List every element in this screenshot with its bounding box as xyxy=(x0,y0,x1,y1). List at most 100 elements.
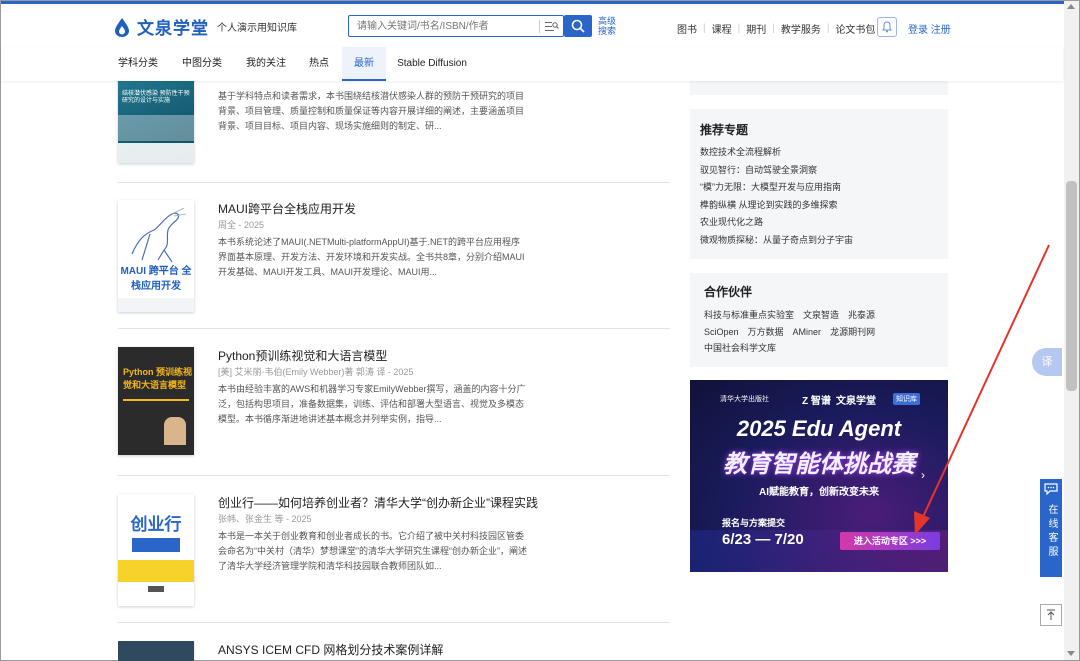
book-cover[interactable] xyxy=(118,641,194,661)
book-cover[interactable]: Python 预训练视觉和大语言模型 xyxy=(118,347,194,455)
partner-link[interactable]: AMiner xyxy=(793,324,822,341)
logo-text: 文泉学堂 xyxy=(137,19,209,38)
filter-icon[interactable] xyxy=(545,21,559,32)
chat-icon xyxy=(1044,483,1058,496)
nav-thesis-pack[interactable]: 论文书包 xyxy=(829,21,881,36)
tab-latest[interactable]: 最新 xyxy=(342,47,386,81)
nav-journals[interactable]: 期刊 xyxy=(740,21,772,36)
top-header: 文泉学堂 个人演示用知识库 高级搜索 图书| 课程| 期刊| 教学服务| 论文书… xyxy=(1,1,1079,47)
list-divider xyxy=(118,622,670,623)
topic-link[interactable]: 农业现代化之路 xyxy=(700,214,853,232)
nav-courses[interactable]: 课程 xyxy=(706,21,738,36)
topic-link[interactable]: 微观物质探秘：从量子奇点到分子宇宙 xyxy=(700,232,853,250)
book-title[interactable]: ANSYS ICEM CFD 网格划分技术案例详解 xyxy=(218,641,443,658)
recommended-topics-panel: 推荐专题 数控技术全流程解析 驭见智行：自动驾驶全景洞察 “模”力无限：大模型开… xyxy=(690,109,948,259)
sidebar-panel-partial xyxy=(690,81,948,95)
cover-stripe xyxy=(118,560,194,582)
book-title[interactable]: 创业行——如何培养创业者？清华大学“创办新企业”课程实践 xyxy=(218,494,538,511)
partner-link[interactable]: 万方数据 xyxy=(748,324,784,341)
partner-link[interactable]: 文泉智造 xyxy=(803,307,839,324)
edu-agent-ad-banner[interactable]: 清华大学出版社 Z 智谱 文泉学堂 知识库 2025 Edu Agent 教育智… xyxy=(690,380,948,572)
book-description: 本书是一本关于创业教育和创业者成长的书。它介绍了被中关村科技园区管委会命名为“中… xyxy=(218,531,527,571)
tab-subject-category[interactable]: 学科分类 xyxy=(111,47,165,81)
search-icon xyxy=(571,19,585,33)
topics-list: 数控技术全流程解析 驭见智行：自动驾驶全景洞察 “模”力无限：大模型开发与应用指… xyxy=(700,144,853,250)
cover-title: 创业行 xyxy=(130,515,182,534)
tab-hot[interactable]: 热点 xyxy=(301,47,337,81)
ad-brand-tag: 知识库 xyxy=(893,393,920,405)
book-item[interactable]: Python 预训练视觉和大语言模型 Python预训练视觉和大语言模型 [美]… xyxy=(118,347,670,455)
ad-next-arrow-icon[interactable]: › xyxy=(921,468,925,482)
topic-link[interactable]: 驭见智行：自动驾驶全景洞察 xyxy=(700,162,853,180)
topic-link[interactable]: 数控技术全流程解析 xyxy=(700,144,853,162)
ad-slogan: AI赋能教育，创新改变未来 xyxy=(759,487,879,498)
partners-title: 合作伙伴 xyxy=(704,285,753,299)
scroll-up-icon[interactable] xyxy=(1067,4,1075,9)
book-author: 张帏、张金生 等 - 2025 xyxy=(218,514,312,524)
book-item[interactable]: MAUI 跨平台 全栈应用开发 MAUI跨平台全栈应用开发 周全 - 2025 … xyxy=(118,200,670,312)
book-author: 周全 - 2025 xyxy=(218,220,265,230)
login-register-link[interactable]: 登录 注册 xyxy=(908,21,951,36)
topic-link[interactable]: “模”力无限：大模型开发与应用指南 xyxy=(700,179,853,197)
book-cover[interactable]: MAUI 跨平台 全栈应用开发 xyxy=(118,200,194,312)
topic-link[interactable]: 榫韵纵横 从理论到实践的多维探索 xyxy=(700,197,853,215)
cover-horse-image xyxy=(131,207,187,263)
book-item[interactable]: 创业行 创业行——如何培养创业者？清华大学“创办新企业”课程实践 张帏、张金生 … xyxy=(118,494,670,606)
search-input[interactable] xyxy=(349,16,535,37)
partner-link[interactable]: 龙源期刊网 xyxy=(830,324,875,341)
cover-title: Python 预训练视觉和大语言模型 xyxy=(123,367,192,390)
bell-icon xyxy=(882,21,892,33)
partner-link[interactable]: 科技与标准重点实验室 xyxy=(704,307,794,324)
list-divider xyxy=(118,475,670,476)
book-description: 本书由经验丰富的AWS和机器学习专家EmilyWebber撰写，涵盖的内容十分广… xyxy=(218,384,526,424)
book-title[interactable]: MAUI跨平台全栈应用开发 xyxy=(218,200,356,217)
topics-title: 推荐专题 xyxy=(700,123,749,137)
nav-books[interactable]: 图书 xyxy=(671,21,703,36)
site-logo[interactable]: 文泉学堂 个人演示用知识库 xyxy=(113,14,297,39)
cover-label xyxy=(132,538,180,552)
translate-button[interactable]: 译 xyxy=(1032,348,1062,376)
nav-teaching-service[interactable]: 教学服务 xyxy=(775,21,827,36)
ad-signup-label: 报名与方案提交 xyxy=(722,518,786,528)
logo-drop-icon xyxy=(115,17,129,37)
book-item[interactable]: ANSYS ICEM CFD 网格划分技术案例详解 xyxy=(118,641,670,661)
ad-enter-button[interactable]: 进入活动专区 >>> xyxy=(840,532,940,550)
arrow-up-icon xyxy=(1047,609,1055,620)
page-scrollbar-thumb[interactable] xyxy=(1066,181,1077,391)
scroll-down-icon[interactable] xyxy=(1067,651,1075,656)
partner-row: 科技与标准重点实验室 文泉智造 兆泰源 xyxy=(704,307,875,324)
back-to-top-button[interactable] xyxy=(1040,604,1062,626)
search-button[interactable] xyxy=(564,15,592,37)
book-cover[interactable]: 创业行 xyxy=(118,494,194,606)
partner-link[interactable]: 中国社会科学文库 xyxy=(704,340,776,357)
partners-list: 科技与标准重点实验室 文泉智造 兆泰源 SciOpen 万方数据 AMiner … xyxy=(704,307,875,357)
advanced-search-link[interactable]: 高级搜索 xyxy=(598,16,620,36)
notification-button[interactable] xyxy=(877,17,897,37)
cover-stripe xyxy=(118,115,194,141)
ad-headline: 2025 Edu Agent xyxy=(736,416,902,441)
top-nav: 图书 | 课程 | 期刊 | 教学服务 | 论文书包 xyxy=(671,21,881,36)
category-tabs: 学科分类 中图分类 我的关注 热点 最新 Stable Diffusion xyxy=(1,47,1063,81)
cover-footer xyxy=(118,143,194,163)
partners-panel: 合作伙伴 科技与标准重点实验室 文泉智造 兆泰源 SciOpen 万方数据 AM… xyxy=(690,273,948,367)
partner-link[interactable]: SciOpen xyxy=(704,324,739,341)
cover-stripe xyxy=(123,399,189,401)
partner-link[interactable]: 兆泰源 xyxy=(848,307,875,324)
cover-footer xyxy=(118,298,194,312)
partner-row: 中国社会科学文库 xyxy=(704,340,875,357)
tab-stable-diffusion[interactable]: Stable Diffusion xyxy=(391,47,473,81)
ad-brand-zhipu: Z 智谱 xyxy=(802,396,831,407)
ad-brand-zhipu-text: 智谱 xyxy=(810,396,831,407)
book-description: 本书系统论述了MAUI(.NETMulti-platformAppUI)基于.N… xyxy=(218,237,525,277)
search-box xyxy=(348,15,564,37)
book-title[interactable]: Python预训练视觉和大语言模型 xyxy=(218,347,387,364)
customer-service-button[interactable]: 在线客服 xyxy=(1040,479,1062,577)
list-divider xyxy=(118,182,670,183)
cover-title: MAUI 跨平台 全栈应用开发 xyxy=(120,266,192,292)
tab-my-follow[interactable]: 我的关注 xyxy=(239,47,293,81)
cover-portrait xyxy=(164,417,186,445)
book-author: [美] 艾米丽·韦伯(Emily Webber)著 郭涛 译 - 2025 xyxy=(218,367,414,377)
tab-clc-category[interactable]: 中图分类 xyxy=(175,47,229,81)
list-divider xyxy=(118,328,670,329)
search-separator xyxy=(539,20,540,33)
